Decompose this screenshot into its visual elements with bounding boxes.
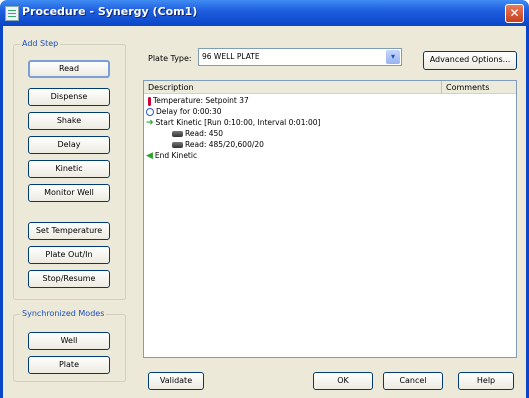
plate-out-in-button[interactable]: Plate Out/In (28, 246, 110, 264)
plate-type-value: 96 WELL PLATE (202, 52, 260, 61)
list-item[interactable]: Read: 450 (172, 128, 223, 139)
cancel-button[interactable]: Cancel (383, 372, 443, 390)
close-button[interactable]: ✕ (505, 4, 524, 23)
shake-button[interactable]: Shake (28, 112, 110, 130)
synchronized-modes-label: Synchronized Modes (20, 309, 107, 318)
dispense-button[interactable]: Dispense (28, 88, 110, 106)
procedure-window: Procedure - Synergy (Com1) ✕ Add Step Re… (0, 0, 529, 398)
plate-type-label: Plate Type: (148, 54, 192, 63)
comments-column-header[interactable]: Comments (442, 81, 516, 94)
step-text: Temperature: Setpoint 37 (153, 96, 249, 105)
thermometer-icon (148, 96, 151, 106)
app-icon (5, 6, 19, 21)
procedure-list[interactable]: Description Comments Temperature: Setpoi… (143, 80, 517, 358)
start-kinetic-icon: ➔ (146, 117, 154, 128)
list-item[interactable]: Temperature: Setpoint 37 (148, 95, 249, 106)
description-column-header[interactable]: Description (144, 81, 442, 94)
step-text: Read: 450 (185, 129, 224, 138)
reader-icon (172, 131, 183, 137)
title-bar: Procedure - Synergy (Com1) ✕ (0, 0, 529, 26)
list-item[interactable]: ➔ Start Kinetic [Run 0:10:00, Interval 0:… (146, 117, 320, 128)
chevron-down-icon[interactable]: ▾ (386, 50, 400, 64)
advanced-options-button[interactable]: Advanced Options... (423, 51, 517, 70)
list-item[interactable]: ◀ End Kinetic (146, 150, 197, 161)
stop-resume-button[interactable]: Stop/Resume (28, 270, 110, 288)
step-text: Start Kinetic [Run 0:10:00, Interval 0:0… (155, 118, 321, 127)
plate-button[interactable]: Plate (28, 356, 110, 374)
set-temperature-button[interactable]: Set Temperature (28, 222, 110, 240)
window-title: Procedure - Synergy (Com1) (22, 5, 198, 18)
end-kinetic-icon: ◀ (146, 150, 153, 161)
help-button[interactable]: Help (458, 372, 514, 390)
reader-icon (172, 142, 183, 148)
list-item[interactable]: Read: 485/20,600/20 (172, 139, 264, 150)
validate-button[interactable]: Validate (148, 372, 204, 390)
delay-button[interactable]: Delay (28, 136, 110, 154)
kinetic-button[interactable]: Kinetic (28, 160, 110, 178)
well-button[interactable]: Well (28, 332, 110, 350)
dialog-body: Add Step Read Dispense Shake Delay Kinet… (0, 26, 529, 398)
add-step-label: Add Step (20, 39, 61, 48)
step-text: End Kinetic (154, 151, 198, 160)
step-text: Read: 485/20,600/20 (185, 140, 264, 149)
read-button[interactable]: Read (28, 60, 110, 78)
monitor-well-button[interactable]: Monitor Well (28, 184, 110, 202)
clock-icon (146, 108, 154, 116)
list-item[interactable]: Delay for 0:00:30 (146, 106, 222, 117)
plate-type-select[interactable]: 96 WELL PLATE ▾ (198, 48, 402, 66)
step-text: Delay for 0:00:30 (156, 107, 222, 116)
ok-button[interactable]: OK (313, 372, 373, 390)
